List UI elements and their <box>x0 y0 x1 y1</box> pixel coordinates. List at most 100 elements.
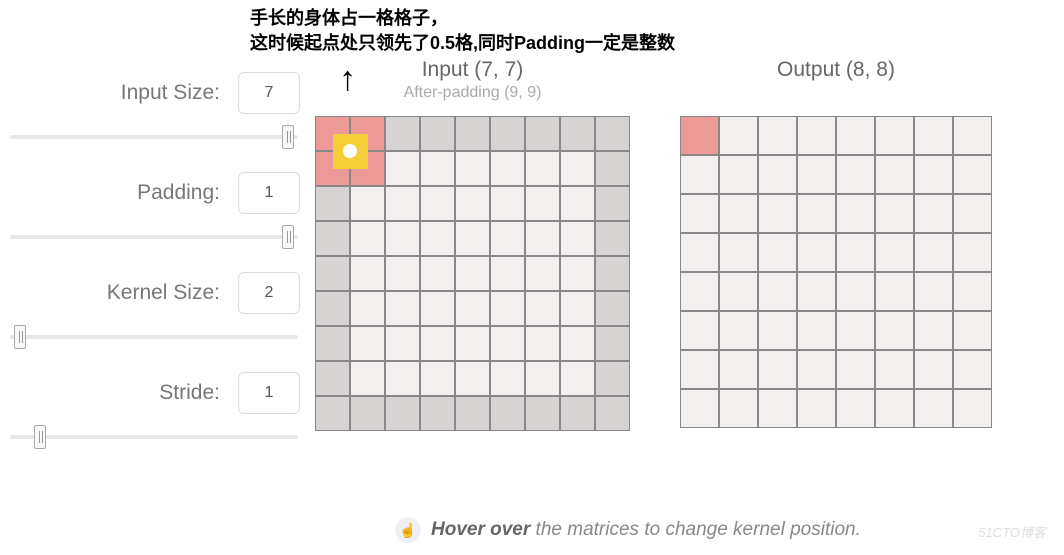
grid-cell[interactable] <box>350 221 385 256</box>
grid-cell[interactable] <box>560 116 595 151</box>
grid-cell[interactable] <box>420 326 455 361</box>
grid-cell[interactable] <box>914 233 953 272</box>
grid-cell[interactable] <box>350 326 385 361</box>
grid-cell[interactable] <box>797 233 836 272</box>
grid-cell[interactable] <box>315 186 350 221</box>
grid-cell[interactable] <box>455 396 490 431</box>
grid-cell[interactable] <box>385 151 420 186</box>
grid-cell[interactable] <box>680 155 719 194</box>
grid-cell[interactable] <box>560 256 595 291</box>
grid-cell[interactable] <box>315 221 350 256</box>
grid-cell[interactable] <box>350 291 385 326</box>
grid-cell[interactable] <box>836 389 875 428</box>
padding-field[interactable] <box>238 172 300 214</box>
grid-cell[interactable] <box>560 291 595 326</box>
grid-cell[interactable] <box>797 116 836 155</box>
grid-cell[interactable] <box>836 311 875 350</box>
grid-cell[interactable] <box>385 326 420 361</box>
grid-cell[interactable] <box>350 116 385 151</box>
grid-cell[interactable] <box>525 116 560 151</box>
grid-cell[interactable] <box>350 186 385 221</box>
grid-cell[interactable] <box>680 272 719 311</box>
grid-cell[interactable] <box>420 361 455 396</box>
grid-cell[interactable] <box>914 350 953 389</box>
grid-cell[interactable] <box>560 361 595 396</box>
grid-cell[interactable] <box>525 361 560 396</box>
grid-cell[interactable] <box>595 186 630 221</box>
grid-cell[interactable] <box>315 291 350 326</box>
grid-cell[interactable] <box>836 272 875 311</box>
grid-cell[interactable] <box>455 151 490 186</box>
grid-cell[interactable] <box>719 311 758 350</box>
grid-cell[interactable] <box>875 350 914 389</box>
grid-cell[interactable] <box>914 116 953 155</box>
grid-cell[interactable] <box>595 396 630 431</box>
grid-cell[interactable] <box>719 155 758 194</box>
grid-cell[interactable] <box>385 396 420 431</box>
padding-slider[interactable] <box>10 222 298 252</box>
grid-cell[interactable] <box>719 116 758 155</box>
grid-cell[interactable] <box>560 186 595 221</box>
grid-cell[interactable] <box>797 272 836 311</box>
grid-cell[interactable] <box>350 361 385 396</box>
kernel-size-slider[interactable] <box>10 322 298 352</box>
grid-cell[interactable] <box>836 350 875 389</box>
grid-cell[interactable] <box>490 291 525 326</box>
grid-cell[interactable] <box>385 256 420 291</box>
grid-cell[interactable] <box>875 155 914 194</box>
grid-cell[interactable] <box>953 272 992 311</box>
grid-cell[interactable] <box>490 186 525 221</box>
grid-cell[interactable] <box>953 116 992 155</box>
output-grid[interactable] <box>680 116 992 428</box>
grid-cell[interactable] <box>455 221 490 256</box>
grid-cell[interactable] <box>315 151 350 186</box>
grid-cell[interactable] <box>420 186 455 221</box>
grid-cell[interactable] <box>595 291 630 326</box>
grid-cell[interactable] <box>719 389 758 428</box>
grid-cell[interactable] <box>490 361 525 396</box>
stride-field[interactable] <box>238 372 300 414</box>
input-grid[interactable] <box>315 116 630 431</box>
input-size-field[interactable] <box>238 72 300 114</box>
grid-cell[interactable] <box>797 389 836 428</box>
grid-cell[interactable] <box>490 116 525 151</box>
grid-cell[interactable] <box>315 326 350 361</box>
grid-cell[interactable] <box>525 221 560 256</box>
grid-cell[interactable] <box>836 155 875 194</box>
slider-thumb[interactable] <box>282 225 294 249</box>
grid-cell[interactable] <box>680 116 719 155</box>
grid-cell[interactable] <box>455 361 490 396</box>
grid-cell[interactable] <box>680 389 719 428</box>
input-size-slider[interactable] <box>10 122 298 152</box>
grid-cell[interactable] <box>875 311 914 350</box>
grid-cell[interactable] <box>914 272 953 311</box>
grid-cell[interactable] <box>560 326 595 361</box>
grid-cell[interactable] <box>490 326 525 361</box>
grid-cell[interactable] <box>525 396 560 431</box>
slider-thumb[interactable] <box>14 325 26 349</box>
grid-cell[interactable] <box>719 194 758 233</box>
grid-cell[interactable] <box>758 350 797 389</box>
grid-cell[interactable] <box>758 272 797 311</box>
grid-cell[interactable] <box>914 389 953 428</box>
grid-cell[interactable] <box>875 194 914 233</box>
grid-cell[interactable] <box>953 194 992 233</box>
grid-cell[interactable] <box>758 116 797 155</box>
grid-cell[interactable] <box>680 233 719 272</box>
grid-cell[interactable] <box>914 155 953 194</box>
grid-cell[interactable] <box>525 151 560 186</box>
grid-cell[interactable] <box>560 151 595 186</box>
grid-cell[interactable] <box>455 256 490 291</box>
grid-cell[interactable] <box>350 256 385 291</box>
grid-cell[interactable] <box>525 291 560 326</box>
stride-slider[interactable] <box>10 422 298 452</box>
grid-cell[interactable] <box>836 194 875 233</box>
grid-cell[interactable] <box>385 291 420 326</box>
grid-cell[interactable] <box>350 396 385 431</box>
grid-cell[interactable] <box>350 151 385 186</box>
grid-cell[interactable] <box>385 361 420 396</box>
grid-cell[interactable] <box>680 311 719 350</box>
grid-cell[interactable] <box>797 155 836 194</box>
grid-cell[interactable] <box>315 396 350 431</box>
grid-cell[interactable] <box>680 350 719 389</box>
